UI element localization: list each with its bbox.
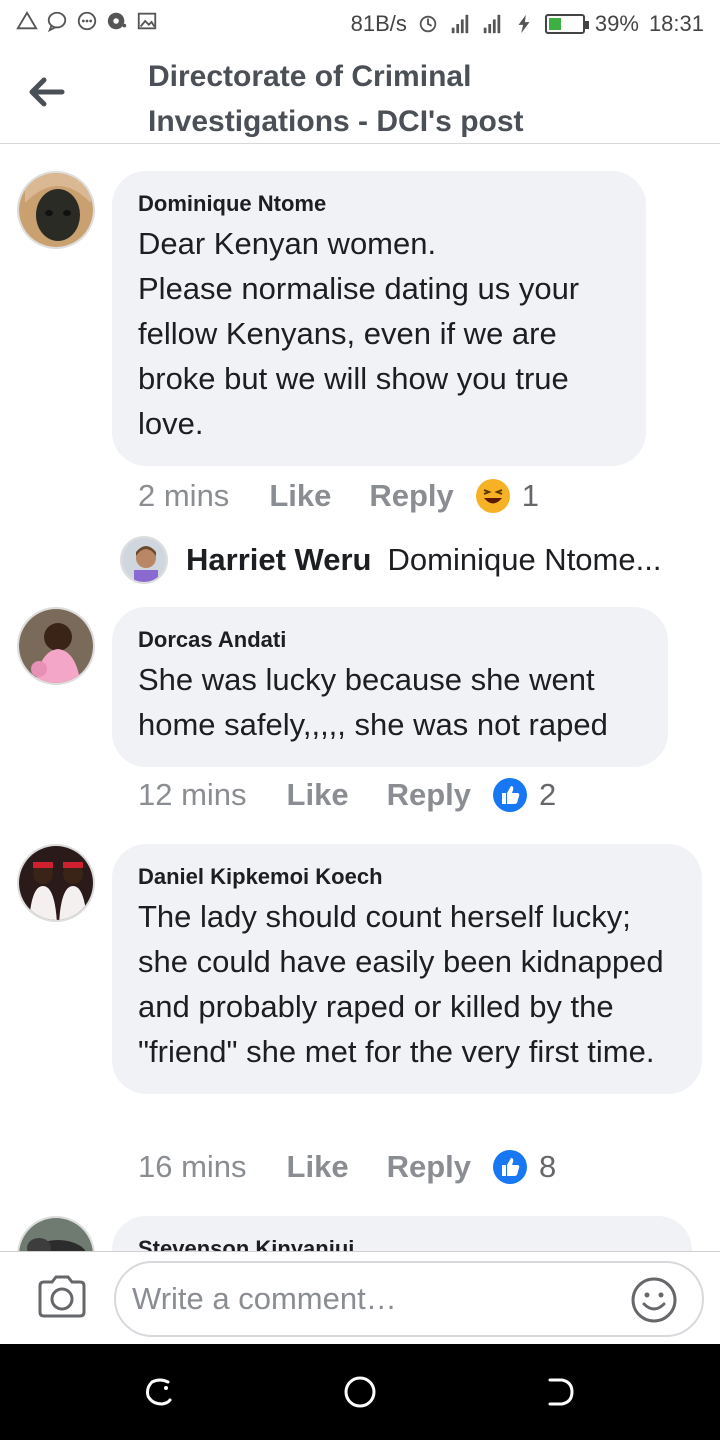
comment-author[interactable]: Stevenson Kinyanjui (138, 1234, 666, 1251)
comment-time[interactable]: 16 mins (138, 1149, 247, 1185)
reply-preview[interactable]: Harriet Weru Dominique Ntome... (120, 535, 680, 585)
system-nav-bar (0, 1344, 720, 1440)
like-button[interactable]: Like (269, 478, 331, 514)
reply-button[interactable]: Reply (369, 478, 453, 514)
recents-icon[interactable] (142, 1374, 178, 1410)
smiley-icon[interactable] (630, 1276, 678, 1324)
comment-bubble[interactable]: Daniel Kipkemoi Koech The lady should co… (112, 844, 702, 1094)
chat-icon (47, 11, 67, 32)
comment-bubble[interactable]: Dominique Ntome Dear Kenyan women. Pleas… (112, 171, 646, 466)
page-header: Directorate of Criminal Investigations -… (0, 48, 720, 144)
messenger-icon (77, 11, 97, 31)
comment-composer (0, 1251, 720, 1344)
home-icon[interactable] (342, 1374, 378, 1410)
page-title: Directorate of Criminal Investigations -… (148, 60, 524, 138)
comment-author[interactable]: Dorcas Andati (138, 625, 642, 655)
comment-author[interactable]: Daniel Kipkemoi Koech (138, 862, 676, 892)
battery-icon (544, 14, 589, 34)
avatar[interactable] (17, 844, 95, 922)
like-button[interactable]: Like (287, 1149, 349, 1185)
comment-text: She was lucky because she went home safe… (138, 662, 608, 742)
signal-icon (451, 14, 469, 34)
status-bar-system: 81B/s 39% 18:31 (351, 11, 704, 37)
status-bar: 81B/s 39% 18:31 (0, 0, 720, 48)
avatar[interactable] (17, 171, 95, 249)
arrow-left-icon[interactable] (26, 74, 66, 110)
comment-input[interactable] (114, 1261, 704, 1337)
comment-bubble[interactable]: Dorcas Andati She was lucky because she … (112, 607, 668, 767)
comment-text: Dear Kenyan women. Please normalise dati… (138, 226, 580, 441)
thumbs-up-reaction-icon[interactable] (493, 1150, 527, 1184)
status-bar-notifications (16, 10, 158, 32)
charging-icon (518, 14, 530, 34)
thumbs-up-reaction-icon[interactable] (493, 778, 527, 812)
battery-level (548, 18, 562, 30)
haha-reaction-icon[interactable] (475, 479, 510, 513)
avatar[interactable] (17, 607, 95, 685)
comment-actions: 12 mins Like Reply 2 (138, 777, 556, 813)
comment-actions: 2 mins Like Reply 1 (138, 478, 539, 514)
comment-text: The lady should count herself lucky; she… (138, 899, 664, 1069)
back-icon[interactable] (542, 1374, 578, 1410)
signal-icon (483, 14, 501, 34)
notification-icon (107, 12, 127, 30)
like-button[interactable]: Like (287, 777, 349, 813)
comments-list[interactable]: Dominique Ntome Dear Kenyan women. Pleas… (0, 145, 720, 1251)
clock: 18:31 (648, 11, 704, 36)
reaction-count[interactable]: 8 (539, 1149, 556, 1185)
reaction-count[interactable]: 1 (522, 478, 539, 514)
reply-button[interactable]: Reply (387, 777, 471, 813)
comment-bubble[interactable]: Stevenson Kinyanjui (112, 1216, 692, 1251)
comment-time[interactable]: 12 mins (138, 777, 247, 813)
comment-actions: 16 mins Like Reply 8 (138, 1149, 556, 1185)
camera-icon[interactable] (36, 1274, 88, 1320)
reaction-count[interactable]: 2 (539, 777, 556, 813)
reply-text: Dominique Ntome... (387, 542, 662, 577)
reply-button[interactable]: Reply (387, 1149, 471, 1185)
avatar[interactable] (120, 536, 168, 584)
avatar[interactable] (17, 1216, 95, 1251)
reply-author[interactable]: Harriet Weru (186, 542, 372, 578)
comment-author[interactable]: Dominique Ntome (138, 189, 620, 219)
comment-time[interactable]: 2 mins (138, 478, 229, 514)
battery-percent: 39% (594, 11, 639, 36)
sync-icon (419, 15, 437, 33)
warning-icon (16, 10, 38, 30)
net-speed: 81B/s (350, 11, 407, 36)
gallery-icon (137, 12, 157, 30)
